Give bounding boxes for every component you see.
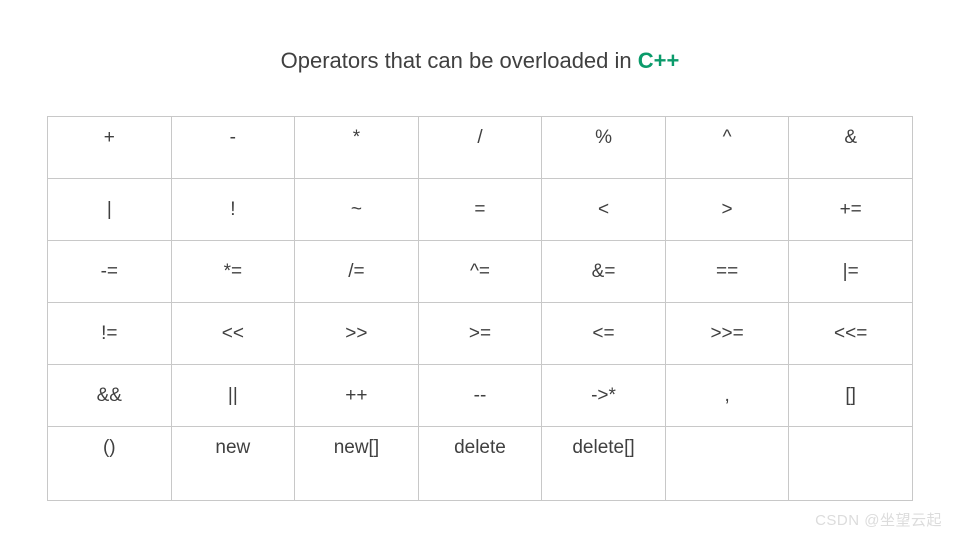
- watermark: CSDN @坐望云起: [815, 509, 942, 530]
- table-cell: []: [789, 365, 913, 427]
- table-cell: |=: [789, 241, 913, 303]
- table-cell: ~: [295, 179, 419, 241]
- table-cell: /: [418, 117, 542, 179]
- table-row: | ! ~ = < > +=: [48, 179, 913, 241]
- table-cell: delete[]: [542, 427, 666, 501]
- table-cell: /=: [295, 241, 419, 303]
- table-cell: =: [418, 179, 542, 241]
- title-prefix: Operators that can be overloaded in: [281, 48, 638, 73]
- title-accent: C++: [638, 48, 680, 73]
- table-cell: +: [48, 117, 172, 179]
- table-row: + - * / % ^ &: [48, 117, 913, 179]
- table-cell: --: [418, 365, 542, 427]
- table-cell: ->*: [542, 365, 666, 427]
- table-cell: >>: [295, 303, 419, 365]
- table-cell: ==: [665, 241, 789, 303]
- table-row: -= *= /= ^= &= == |=: [48, 241, 913, 303]
- table-cell: <<=: [789, 303, 913, 365]
- table-cell: (): [48, 427, 172, 501]
- table-row: && || ++ -- ->* , []: [48, 365, 913, 427]
- table-cell: ,: [665, 365, 789, 427]
- table-cell: [789, 427, 913, 501]
- table-cell: ^: [665, 117, 789, 179]
- table-cell: +=: [789, 179, 913, 241]
- table-cell: *: [295, 117, 419, 179]
- table-cell: <<: [171, 303, 295, 365]
- table-cell: !=: [48, 303, 172, 365]
- table-cell: &=: [542, 241, 666, 303]
- table-cell: [665, 427, 789, 501]
- table-row: != << >> >= <= >>= <<=: [48, 303, 913, 365]
- operators-table: + - * / % ^ & | ! ~ = < > += -= *= /= ^=…: [47, 116, 913, 501]
- table-cell: %: [542, 117, 666, 179]
- page-title: Operators that can be overloaded in C++: [281, 48, 680, 74]
- table-cell: -: [171, 117, 295, 179]
- table-cell: *=: [171, 241, 295, 303]
- table-cell: ||: [171, 365, 295, 427]
- table-cell: &&: [48, 365, 172, 427]
- table-cell: <=: [542, 303, 666, 365]
- table-cell: -=: [48, 241, 172, 303]
- table-cell: !: [171, 179, 295, 241]
- table-cell: >=: [418, 303, 542, 365]
- table-cell: |: [48, 179, 172, 241]
- table-cell: delete: [418, 427, 542, 501]
- table-cell: <: [542, 179, 666, 241]
- table-cell: ++: [295, 365, 419, 427]
- table-cell: new[]: [295, 427, 419, 501]
- table-cell: ^=: [418, 241, 542, 303]
- table-cell: &: [789, 117, 913, 179]
- table-cell: >: [665, 179, 789, 241]
- table-row: () new new[] delete delete[]: [48, 427, 913, 501]
- table-cell: new: [171, 427, 295, 501]
- table-cell: >>=: [665, 303, 789, 365]
